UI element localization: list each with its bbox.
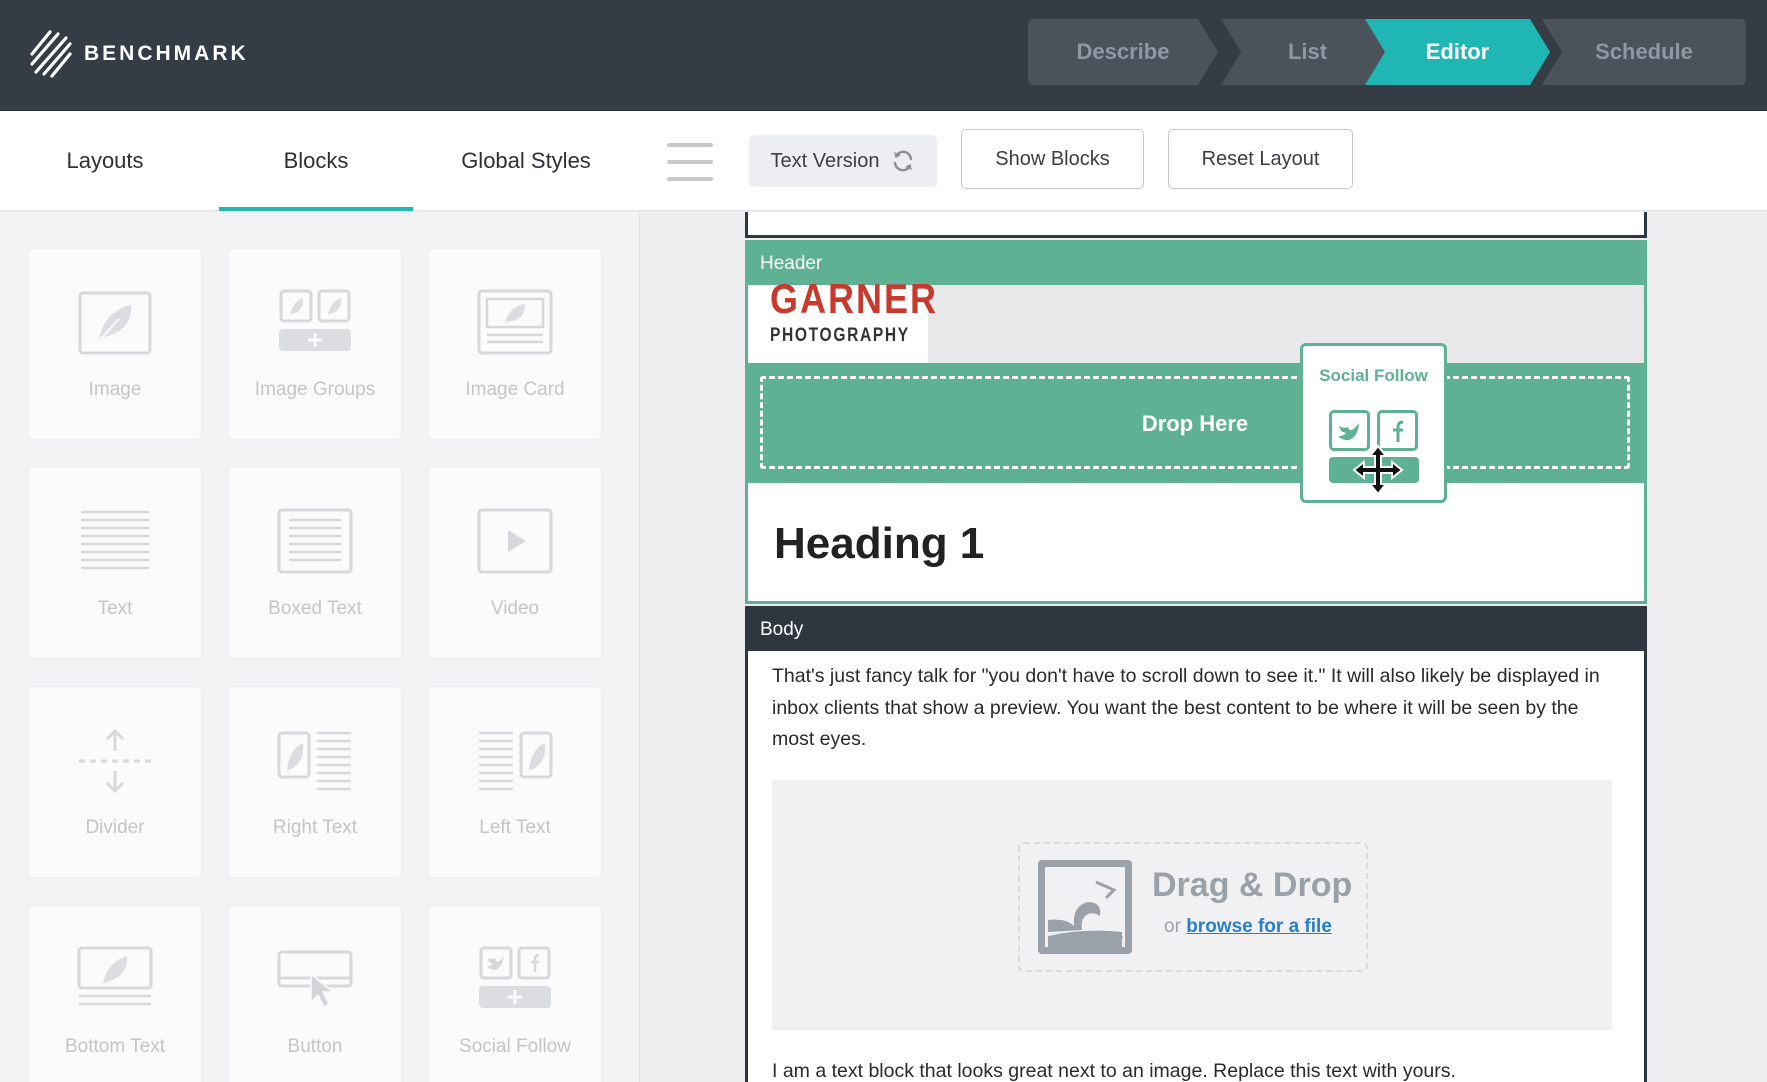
or-text: or	[1164, 916, 1181, 937]
body-section-label: Body	[760, 619, 804, 640]
block-right-text[interactable]: Right Text	[229, 687, 401, 877]
image-groups-icon	[279, 289, 351, 351]
block-label: Image Groups	[254, 379, 376, 400]
browse-file-link[interactable]: browse for a file	[1186, 916, 1332, 937]
wizard-steps: Describe List Editor Schedule	[1028, 19, 1746, 85]
reset-layout-button[interactable]: Reset Layout	[1168, 129, 1353, 189]
reset-layout-label: Reset Layout	[1201, 147, 1320, 170]
menu-icon[interactable]	[667, 143, 713, 181]
header-section-label: Header	[760, 253, 823, 274]
step-label: Describe	[1076, 39, 1170, 64]
tab-label: Layouts	[66, 148, 144, 173]
block-image-groups[interactable]: Image Groups	[229, 249, 401, 439]
image-upload-icon	[1038, 860, 1132, 954]
benchmark-logo-icon	[30, 30, 72, 78]
block-social-follow[interactable]: Social Follow	[429, 906, 601, 1082]
tab-global-styles[interactable]: Global Styles	[438, 111, 614, 211]
drag-drop-zone[interactable]: Drag & Drop or browse for a file	[1018, 842, 1368, 972]
block-video[interactable]: Video	[429, 468, 601, 658]
refresh-icon	[894, 150, 913, 172]
block-label: Boxed Text	[268, 598, 362, 619]
bottom-text-icon	[77, 946, 153, 1006]
text-version-button[interactable]: Text Version	[749, 135, 937, 187]
text-icon	[81, 510, 149, 570]
body-paragraph-2[interactable]: I am a text block that looks great next …	[772, 1060, 1456, 1082]
video-icon	[477, 508, 553, 574]
image-drop-area[interactable]: Drag & Drop or browse for a file	[772, 780, 1612, 1030]
editor-toolbar: Layouts Blocks Global Styles Text Versio…	[0, 111, 1767, 211]
block-divider[interactable]: Divider	[29, 687, 201, 877]
block-label: Image Card	[465, 379, 565, 400]
show-blocks-button[interactable]: Show Blocks	[961, 129, 1144, 189]
block-bottom-text[interactable]: Bottom Text	[29, 906, 201, 1082]
logo-text: BENCHMARK	[84, 42, 249, 65]
social-follow-icon	[479, 946, 551, 1008]
image-icon	[78, 291, 152, 355]
drop-band: Drop Here	[748, 363, 1644, 483]
block-label: Text	[97, 598, 133, 619]
heading-1[interactable]: Heading 1	[774, 519, 984, 569]
step-describe[interactable]: Describe	[1028, 19, 1218, 85]
block-left-text[interactable]: Left Text	[429, 687, 601, 877]
body-paragraph[interactable]: That's just fancy talk for "you don't ha…	[772, 661, 1612, 756]
divider-icon	[79, 728, 151, 794]
boxed-text-icon	[277, 508, 353, 574]
body-section[interactable]: Body That's just fancy talk for "you don…	[745, 606, 1647, 1082]
drag-drop-title: Drag & Drop	[1152, 866, 1353, 904]
logo-line2: PHOTOGRAPHY	[770, 325, 910, 346]
right-text-icon	[277, 731, 351, 791]
tab-blocks[interactable]: Blocks	[219, 111, 413, 211]
step-label: List	[1287, 39, 1328, 64]
show-blocks-label: Show Blocks	[995, 147, 1110, 170]
drag-drop-subtitle: or browse for a file	[1164, 916, 1332, 938]
block-label: Right Text	[272, 817, 358, 838]
header-section[interactable]: Header GARNER PHOTOGRAPHY Drop Here Head…	[745, 240, 1647, 604]
text-version-label: Text Version	[770, 149, 880, 172]
tab-layouts[interactable]: Layouts	[20, 111, 190, 211]
block-label: Divider	[85, 817, 145, 838]
left-text-icon	[479, 731, 553, 791]
block-boxed-text[interactable]: Boxed Text	[229, 468, 401, 658]
email-canvas: Header GARNER PHOTOGRAPHY Drop Here Head…	[641, 212, 1767, 1082]
header-image[interactable]: GARNER PHOTOGRAPHY	[748, 275, 1644, 363]
block-label: Video	[490, 598, 540, 619]
blocks-panel: Image Image Groups Image Card Text Boxed…	[0, 212, 640, 1082]
logo-line1: GARNER	[770, 275, 939, 323]
previous-section[interactable]	[745, 212, 1647, 238]
block-label: Social Follow	[459, 1036, 571, 1057]
block-label: Left Text	[479, 817, 551, 838]
dragged-block-title: Social Follow	[1319, 366, 1428, 385]
drop-here-text: Drop Here	[1141, 411, 1249, 436]
top-bar: BENCHMARK Describe List Editor Schedule	[0, 0, 1767, 111]
block-label: Bottom Text	[65, 1036, 165, 1057]
image-card-icon	[477, 289, 553, 355]
step-editor[interactable]: Editor	[1365, 19, 1550, 85]
garner-logo: GARNER PHOTOGRAPHY	[748, 275, 936, 363]
tab-label: Global Styles	[461, 148, 591, 173]
button-icon	[277, 950, 353, 1009]
block-image[interactable]: Image	[29, 249, 201, 439]
benchmark-logo[interactable]: BENCHMARK	[28, 28, 249, 80]
tab-label: Blocks	[283, 148, 349, 173]
step-label: Editor	[1425, 39, 1490, 64]
body-section-bar[interactable]: Body	[748, 609, 1644, 651]
block-label: Image	[88, 379, 142, 400]
step-schedule[interactable]: Schedule	[1542, 19, 1746, 85]
drop-zone[interactable]: Drop Here	[760, 376, 1630, 469]
block-image-card[interactable]: Image Card	[429, 249, 601, 439]
block-button[interactable]: Button	[229, 906, 401, 1082]
block-label: Button	[287, 1036, 343, 1057]
move-cursor-icon	[1352, 444, 1404, 496]
step-label: Schedule	[1595, 39, 1693, 64]
block-text[interactable]: Text	[29, 468, 201, 658]
